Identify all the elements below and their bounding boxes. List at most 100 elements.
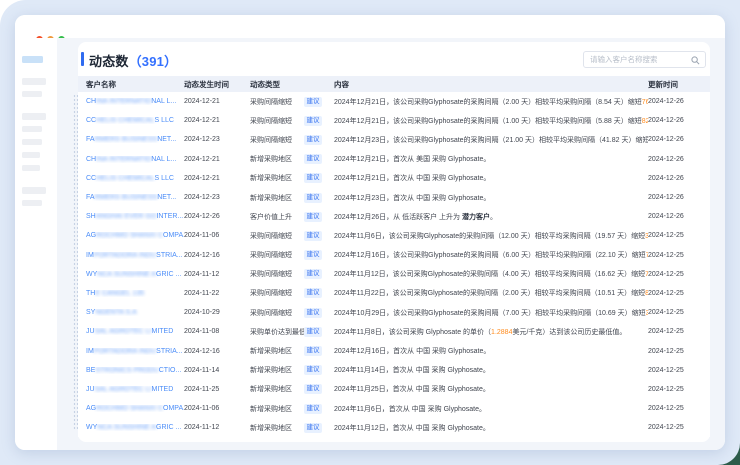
customer-name-link[interactable]: AGROCHMO SHANXI COMPA...: [86, 405, 184, 412]
event-content: 2024年12月16日，首次从 中国 采购 Glyphosate。: [334, 346, 648, 356]
event-content: 2024年10月29日，该公司采购Glyphosate的采购间隔（7.00 天）…: [334, 308, 648, 318]
event-type: 采购间隔缩短: [250, 308, 304, 318]
update-date: 2024-12-26: [648, 175, 704, 182]
customer-name-link[interactable]: CCHELIS CHEMICALS LLC: [86, 117, 184, 124]
window-titlebar: [15, 15, 725, 38]
title-accent-bar: [81, 52, 84, 66]
customer-name-link[interactable]: AGROCHMO SHANXI COMPA...: [86, 232, 184, 239]
event-content: 2024年12月26日，从 低活跃客户 上升为 潜力客户。: [334, 212, 648, 222]
table-row: SYNGENTA S.A 2024-10-29 采购间隔缩短 建议 2024年1…: [78, 303, 710, 322]
event-type: 采购间隔缩短: [250, 97, 304, 107]
event-content: 2024年11月6日，该公司采购Glyphosate的采购间隔（12.00 天）…: [334, 231, 648, 241]
sidebar-item[interactable]: [22, 126, 42, 132]
event-date: 2024-11-08: [184, 328, 250, 335]
customer-name-link[interactable]: WYNCA SUNSHINE AGRIC ...: [86, 424, 184, 431]
main-area: 动态数（391） 请输入客户名称搜索 客户名称 动态发生时间 动态类型 内容 更…: [57, 38, 725, 450]
event-type: 新增采购地区: [250, 193, 304, 203]
event-date: 2024-12-16: [184, 252, 250, 259]
customer-name-link[interactable]: JUSAL AGROTEC LIMITED: [86, 386, 184, 393]
customer-name-link[interactable]: FARMERS BUSINESSNET...: [86, 194, 184, 201]
table-row: CCHELIS CHEMICALS LLC 2024-12-21 采购间隔缩短 …: [78, 111, 710, 130]
table-row: IMPORTADORA INDUSTRIA... 2024-12-16 新增采购…: [78, 341, 710, 360]
search-icon[interactable]: [691, 56, 700, 65]
event-date: 2024-11-06: [184, 232, 250, 239]
customer-name-link[interactable]: IMPORTADORA INDUSTRIA...: [86, 348, 184, 355]
event-date: 2024-11-22: [184, 290, 250, 297]
event-type: 采购间隔缩短: [250, 269, 304, 279]
update-date: 2024-12-25: [648, 424, 704, 431]
search-input[interactable]: 请输入客户名称搜索: [583, 51, 706, 68]
suggestion-tag: 建议: [304, 250, 322, 260]
customer-name-link[interactable]: JUSAL AGROTEC LIMITED: [86, 328, 184, 335]
content-card: 动态数（391） 请输入客户名称搜索 客户名称 动态发生时间 动态类型 内容 更…: [78, 42, 710, 442]
event-type: 新增采购地区: [250, 384, 304, 394]
event-content: 2024年11月25日，首次从 中国 采购 Glyphosate。: [334, 384, 648, 394]
customer-name-link[interactable]: CHINA INTERNATIONAL L...: [86, 156, 184, 163]
table-row: CHINA INTERNATIONAL L... 2024-12-21 采购间隔…: [78, 92, 710, 111]
sidebar-item[interactable]: [22, 187, 46, 194]
sidebar-item[interactable]: [22, 78, 46, 85]
sidebar-item[interactable]: [22, 91, 42, 97]
table-row: BESTRONICS PRODUCTIO... 2024-11-14 新增采购地…: [78, 361, 710, 380]
col-header-customer: 客户名称: [86, 79, 184, 90]
customer-name-link[interactable]: BESTRONICS PRODUCTIO...: [86, 367, 184, 374]
customer-name-link[interactable]: WYNCA SUNSHINE AGRIC ...: [86, 271, 184, 278]
event-type: 新增采购地区: [250, 365, 304, 375]
event-content: 2024年12月23日，首次从 中国 采购 Glyphosate。: [334, 193, 648, 203]
sidebar-item[interactable]: [22, 200, 42, 206]
table-row: AGROCHMO SHANXI COMPA... 2024-11-06 新增采购…: [78, 399, 710, 418]
event-content: 2024年12月21日，首次从 美国 采购 Glyphosate。: [334, 154, 648, 164]
update-date: 2024-12-25: [648, 386, 704, 393]
event-content: 2024年11月8日，该公司采购 Glyphosate 的单价（1.2884美元…: [334, 327, 648, 337]
sidebar-item[interactable]: [22, 165, 40, 171]
suggestion-tag: 建议: [304, 193, 322, 203]
update-date: 2024-12-26: [648, 156, 704, 163]
suggestion-tag: 建议: [304, 384, 322, 394]
event-content: 2024年12月21日，该公司采购Glyphosate的采购间隔（1.00 天）…: [334, 116, 648, 126]
update-date: 2024-12-26: [648, 98, 704, 105]
customer-name-link[interactable]: CCHELIS CHEMICALS LLC: [86, 175, 184, 182]
search-placeholder: 请输入客户名称搜索: [590, 52, 658, 67]
suggestion-tag: 建议: [304, 288, 322, 298]
customer-name-link[interactable]: SYNGENTA S.A: [86, 309, 184, 316]
col-header-updated: 更新时间: [648, 79, 704, 90]
event-date: 2024-12-16: [184, 348, 250, 355]
event-content: 2024年12月21日，该公司采购Glyphosate的采购间隔（2.00 天）…: [334, 97, 648, 107]
page-title: 动态数（391）: [89, 51, 177, 70]
sidebar-item[interactable]: [22, 113, 46, 120]
suggestion-tag: 建议: [304, 269, 322, 279]
event-date: 2024-12-23: [184, 136, 250, 143]
customer-name-link[interactable]: THE CANGEL 135: [86, 290, 184, 297]
event-type: 采购间隔缩短: [250, 231, 304, 241]
suggestion-tag: 建议: [304, 327, 322, 337]
suggestion-tag: 建议: [304, 231, 322, 241]
sidebar-item[interactable]: [22, 139, 42, 145]
table-row: IMPORTADORA INDUSTRIA... 2024-12-16 采购间隔…: [78, 246, 710, 265]
suggestion-tag: 建议: [304, 135, 322, 145]
sidebar-item-selected[interactable]: [22, 56, 43, 63]
update-date: 2024-12-25: [648, 290, 704, 297]
update-date: 2024-12-26: [648, 213, 704, 220]
customer-name-link[interactable]: CHINA INTERNATIONAL L...: [86, 98, 184, 105]
update-date: 2024-12-25: [648, 348, 704, 355]
table-row: SHANGHAI EVER GOINTER... 2024-12-26 客户价值…: [78, 207, 710, 226]
col-header-event-type: 动态类型: [250, 79, 304, 90]
suggestion-tag: 建议: [304, 346, 322, 356]
table-row: WYNCA SUNSHINE AGRIC ... 2024-11-12 新增采购…: [78, 418, 710, 437]
event-content: 2024年12月23日，该公司采购Glyphosate的采购间隔（21.00 天…: [334, 135, 648, 145]
update-date: 2024-12-25: [648, 367, 704, 374]
customer-name-link[interactable]: FARMERS BUSINESSNET...: [86, 136, 184, 143]
customer-name-link[interactable]: SHANGHAI EVER GOINTER...: [86, 213, 184, 220]
suggestion-tag: 建议: [304, 97, 322, 107]
customer-name-link[interactable]: IMPORTADORA INDUSTRIA...: [86, 252, 184, 259]
table-header: 客户名称 动态发生时间 动态类型 内容 更新时间: [78, 76, 710, 92]
table-row: FARMERS BUSINESSNET... 2024-12-23 新增采购地区…: [78, 188, 710, 207]
event-type: 新增采购地区: [250, 423, 304, 433]
table-row: THE CANGEL 135 2024-11-22 采购间隔缩短 建议 2024…: [78, 284, 710, 303]
col-header-event-date: 动态发生时间: [184, 79, 250, 90]
event-content: 2024年12月16日，该公司采购Glyphosate的采购间隔（6.00 天）…: [334, 250, 648, 260]
table-row: JUSAL AGROTEC LIMITED 2024-11-08 采购单价达到最…: [78, 322, 710, 341]
event-type: 客户价值上升: [250, 212, 304, 222]
sidebar-item[interactable]: [22, 152, 40, 158]
update-date: 2024-12-26: [648, 136, 704, 143]
